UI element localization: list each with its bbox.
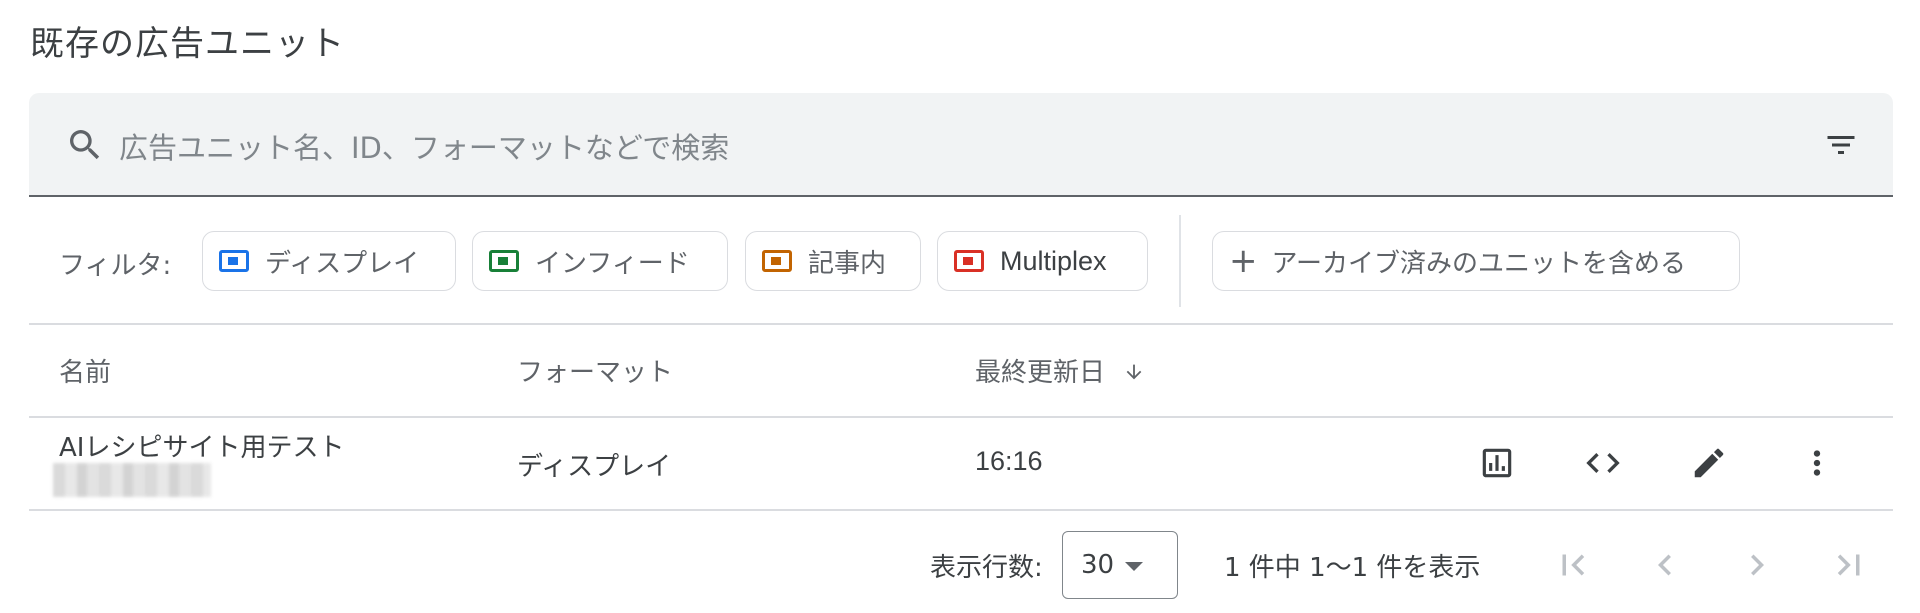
- search-bar[interactable]: 広告ユニット名、ID、フォーマットなどで検索: [29, 93, 1893, 197]
- rows-per-page-select[interactable]: 30: [1062, 531, 1178, 599]
- filter-label: フィルタ:: [59, 251, 172, 281]
- arrow-downward-icon[interactable]: [1123, 361, 1145, 383]
- first-page-button[interactable]: [1548, 540, 1598, 590]
- edit-icon[interactable]: [1688, 442, 1730, 484]
- page-title: 既存の広告ユニット: [30, 24, 345, 64]
- chevron-right-icon: [1751, 554, 1764, 576]
- filter-list-icon[interactable]: [1821, 127, 1861, 163]
- filter-chip-inarticle[interactable]: 記事内: [745, 231, 921, 291]
- more-vert-icon[interactable]: [1796, 442, 1838, 484]
- ad-unit-updated: 16:16: [975, 446, 1043, 476]
- ad-unit-format: ディスプレイ: [517, 452, 672, 482]
- last-page-icon: [1837, 554, 1860, 576]
- add-icon: +: [1229, 241, 1258, 281]
- table-top-divider: [29, 323, 1893, 325]
- ad-unit-name[interactable]: AIレシピサイト用テスト: [59, 427, 344, 464]
- chip-label: 記事内: [808, 248, 887, 279]
- chip-label: インフィード: [535, 248, 690, 279]
- chip-label: アーカイブ済みのユニットを含める: [1271, 248, 1686, 279]
- last-page-button[interactable]: [1824, 540, 1874, 590]
- rows-per-page-value: 30: [1081, 550, 1115, 580]
- pagination-range: 1 件中 1〜1 件を表示: [1224, 553, 1481, 583]
- chevron-left-icon: [1658, 554, 1671, 576]
- filter-row: フィルタ: ディスプレイ インフィード 記事内 Multiplex + アーカイ…: [29, 215, 1893, 323]
- code-icon[interactable]: [1582, 442, 1624, 484]
- redacted-ad-unit-id: [53, 463, 211, 497]
- inarticle-format-icon: [762, 250, 792, 272]
- search-icon: [70, 130, 100, 160]
- column-header-name[interactable]: 名前: [59, 352, 111, 389]
- filter-chip-infeed[interactable]: インフィード: [472, 231, 728, 291]
- previous-page-button[interactable]: [1640, 540, 1690, 590]
- report-icon[interactable]: [1476, 442, 1518, 484]
- next-page-button[interactable]: [1732, 540, 1782, 590]
- display-format-icon: [219, 250, 249, 272]
- filter-chip-multiplex[interactable]: Multiplex: [937, 231, 1148, 291]
- filter-chip-display[interactable]: ディスプレイ: [202, 231, 456, 291]
- dropdown-arrow-icon: [1125, 562, 1143, 571]
- include-archived-chip[interactable]: + アーカイブ済みのユニットを含める: [1212, 231, 1740, 291]
- column-header-format[interactable]: フォーマット: [517, 352, 673, 389]
- rows-per-page-label: 表示行数:: [930, 553, 1043, 583]
- chip-label: Multiplex: [1000, 245, 1107, 276]
- header-row-divider: [29, 416, 1893, 418]
- column-header-label: 最終更新日: [975, 358, 1106, 388]
- column-header-updated[interactable]: 最終更新日: [975, 352, 1145, 389]
- search-input[interactable]: 広告ユニット名、ID、フォーマットなどで検索: [119, 125, 729, 167]
- first-page-icon: [1562, 554, 1585, 576]
- row-divider: [29, 509, 1893, 511]
- multiplex-format-icon: [954, 250, 984, 272]
- filter-divider: [1179, 215, 1181, 307]
- chip-label: ディスプレイ: [265, 248, 420, 279]
- infeed-format-icon: [489, 250, 519, 272]
